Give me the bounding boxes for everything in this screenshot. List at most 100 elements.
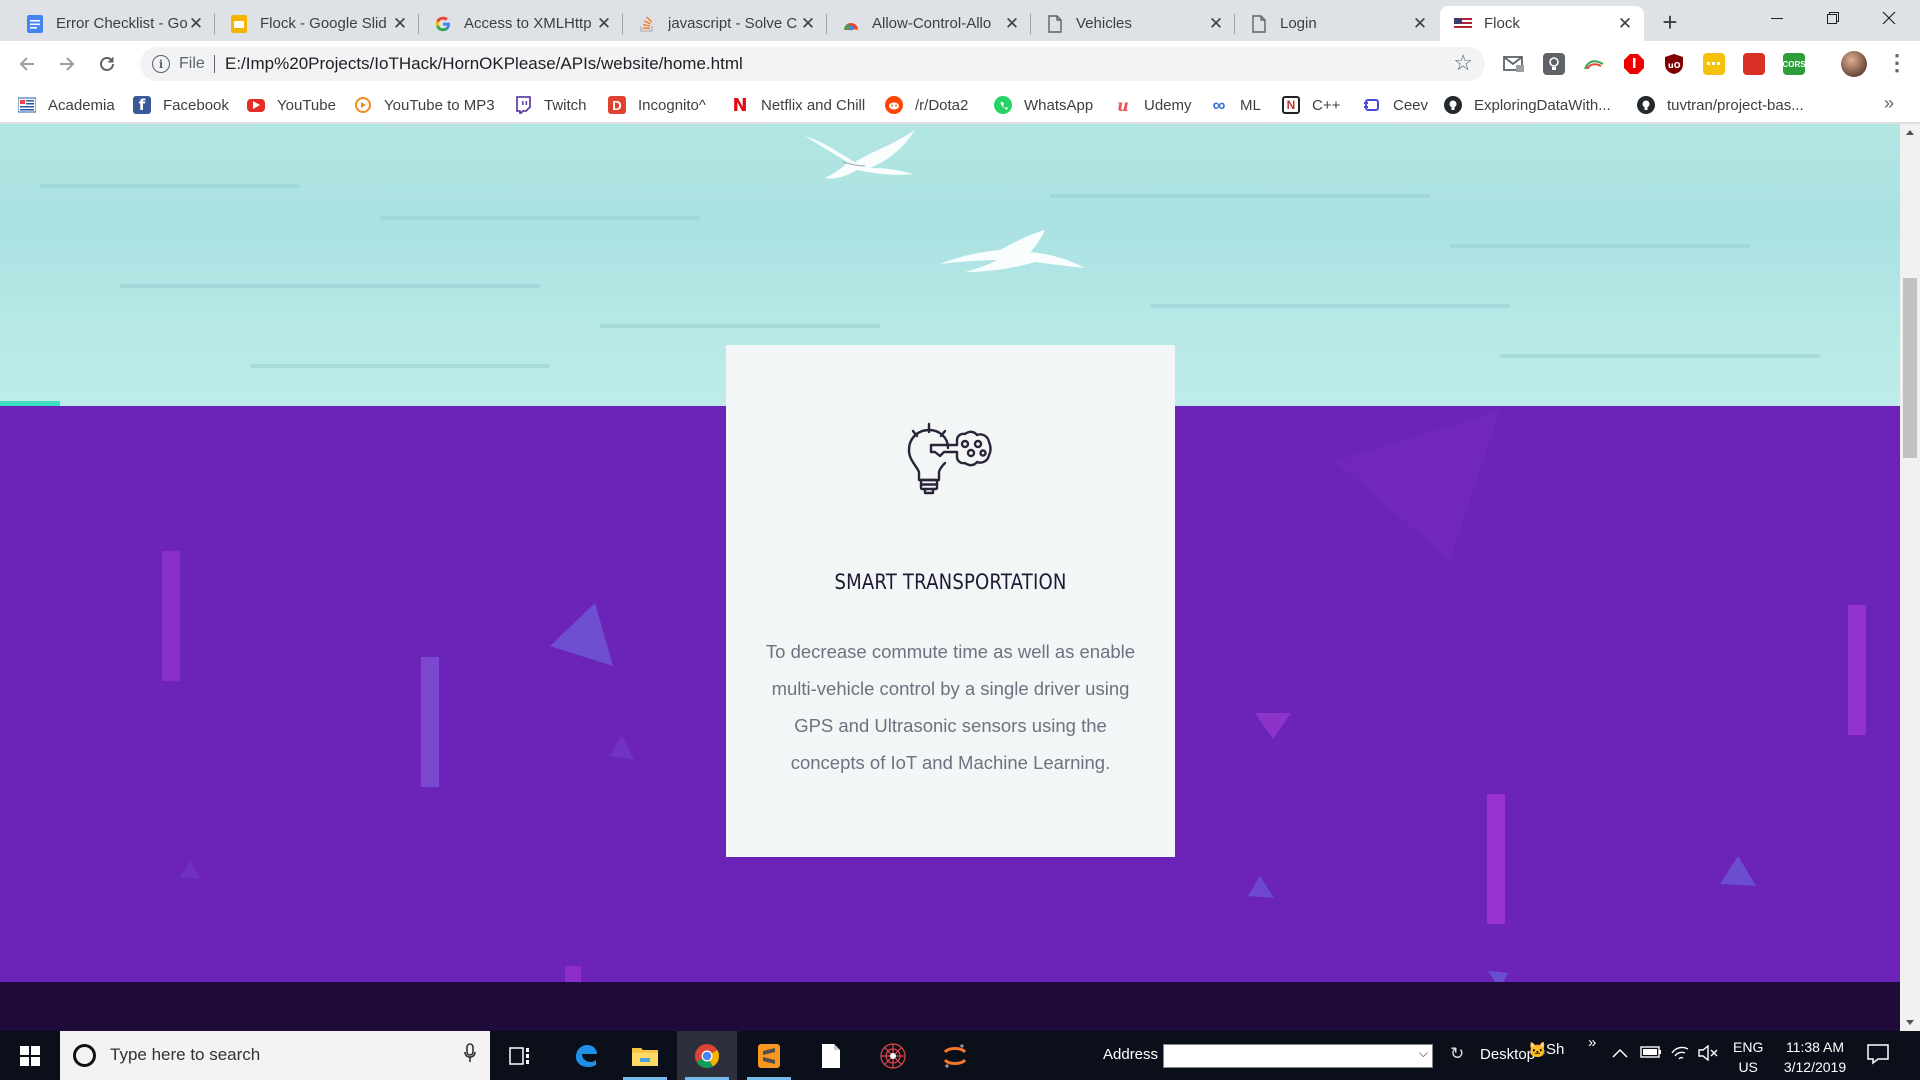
bookmark-reddit-dota2[interactable]: /r/Dota2: [885, 95, 968, 115]
gmail-checker-icon[interactable]: [1503, 53, 1525, 75]
tab-error-checklist[interactable]: Error Checklist - Go ✕: [12, 6, 215, 41]
cors-extension-icon[interactable]: CORS: [1782, 53, 1806, 75]
notepad-button[interactable]: [801, 1031, 861, 1080]
bookmark-youtube[interactable]: YouTube: [247, 95, 336, 115]
desktop-toolbar-label[interactable]: Desktop: [1480, 1046, 1535, 1063]
bookmark-incognito[interactable]: D Incognito^: [608, 95, 706, 115]
tab-allow-control[interactable]: Allow-Control-Allo ✕: [828, 6, 1031, 41]
system-clock[interactable]: 11:38 AM 3/12/2019: [1776, 1037, 1854, 1077]
toolbar-overflow-button[interactable]: »: [1588, 1034, 1596, 1051]
wifi-icon[interactable]: [1670, 1045, 1690, 1066]
bookmark-tuvtran[interactable]: tuvtran/project-bas...: [1637, 95, 1804, 115]
feature-card: SMART TRANSPORTATION To decrease commute…: [726, 345, 1175, 857]
input-language-indicator[interactable]: ENG US: [1733, 1037, 1763, 1077]
chrome-button[interactable]: [677, 1031, 737, 1080]
sticky-notes-icon[interactable]: [1703, 53, 1725, 75]
close-icon[interactable]: ✕: [391, 14, 409, 33]
tab-access-xmlhttp[interactable]: Access to XMLHttp ✕: [420, 6, 623, 41]
refresh-icon[interactable]: ↻: [1450, 1044, 1464, 1064]
jupyter-button[interactable]: [925, 1031, 985, 1080]
tab-flock-slides[interactable]: Flock - Google Slid ✕: [216, 6, 419, 41]
netflix-icon: N: [731, 94, 749, 116]
reload-button[interactable]: [92, 49, 122, 79]
url-text[interactable]: E:/Imp%20Projects/IoTHack/HornOKPlease/A…: [225, 54, 743, 74]
ublock-origin-icon[interactable]: uO: [1663, 53, 1685, 75]
bookmark-twitch[interactable]: Twitch: [514, 95, 587, 115]
mp3-icon: [354, 96, 372, 114]
decor-rect: [162, 551, 180, 681]
bookmark-netflix[interactable]: N Netflix and Chill: [731, 94, 865, 116]
lightbulb-key-icon: [907, 422, 992, 495]
reddit-icon: [885, 96, 903, 114]
sublime-text-button[interactable]: [739, 1031, 799, 1080]
close-window-button[interactable]: [1866, 0, 1912, 36]
close-icon[interactable]: ✕: [1003, 14, 1021, 33]
udemy-icon: u: [1114, 96, 1132, 115]
tab-vehicles[interactable]: Vehicles ✕: [1032, 6, 1235, 41]
bookmark-star-icon[interactable]: ☆: [1453, 50, 1473, 76]
bookmark-youtube-mp3[interactable]: YouTube to MP3: [354, 95, 495, 115]
task-view-button[interactable]: [490, 1031, 550, 1080]
tab-javascript-so[interactable]: javascript - Solve C ✕: [624, 6, 827, 41]
close-icon[interactable]: ✕: [799, 14, 817, 33]
close-icon[interactable]: ✕: [1207, 14, 1225, 33]
bookmark-facebook[interactable]: f Facebook: [133, 95, 229, 115]
menu-dots-icon[interactable]: ⋮: [1886, 50, 1908, 76]
bookmarks-overflow-button[interactable]: »: [1884, 93, 1894, 114]
back-button[interactable]: [12, 49, 42, 79]
start-button[interactable]: [0, 1031, 60, 1080]
restore-button[interactable]: [1810, 0, 1856, 36]
bookmark-label: /r/Dota2: [915, 96, 969, 114]
red-book-extension-icon[interactable]: [1743, 53, 1765, 75]
close-icon[interactable]: ✕: [187, 14, 205, 33]
page-scrollbar[interactable]: [1900, 124, 1920, 1031]
restore-icon: [1827, 12, 1839, 24]
github-icon: [1637, 96, 1655, 114]
volume-muted-icon[interactable]: [1698, 1044, 1718, 1066]
bookmark-exploring-data[interactable]: ExploringDataWith...: [1444, 95, 1611, 115]
decor-triangle: [1720, 856, 1756, 886]
bookmark-cpp[interactable]: N C++: [1282, 95, 1340, 115]
tab-flock-active[interactable]: Flock ✕: [1440, 6, 1644, 41]
tab-login[interactable]: Login ✕: [1236, 6, 1439, 41]
google-docs-icon: [26, 14, 44, 33]
decor-rect: [421, 657, 439, 787]
bookmark-academia[interactable]: Academia: [18, 95, 115, 115]
info-icon[interactable]: i: [152, 55, 170, 73]
file-explorer-button[interactable]: [615, 1031, 675, 1080]
battery-icon[interactable]: [1640, 1045, 1662, 1063]
profile-avatar[interactable]: [1841, 51, 1867, 77]
bookmark-ceev[interactable]: Ceev: [1363, 95, 1428, 115]
dark-footer-band: [0, 982, 1900, 1031]
taskbar-search-box[interactable]: Type here to search: [60, 1031, 490, 1080]
bookmark-whatsapp[interactable]: WhatsApp: [994, 95, 1093, 115]
microphone-icon[interactable]: [464, 1043, 476, 1068]
address-bar[interactable]: i File E:/Imp%20Projects/IoTHack/HornOKP…: [140, 47, 1485, 81]
new-tab-button[interactable]: +: [1656, 7, 1684, 37]
chevron-up-icon[interactable]: [1612, 1045, 1628, 1063]
bookmark-udemy[interactable]: u Udemy: [1114, 95, 1192, 115]
scrollbar-thumb[interactable]: [1903, 278, 1917, 458]
bookmark-label: Incognito^: [638, 96, 706, 114]
forward-button[interactable]: [52, 49, 82, 79]
close-icon[interactable]: ✕: [1411, 14, 1429, 33]
url-scheme: File: [179, 55, 205, 72]
bookmark-label: Udemy: [1144, 96, 1192, 114]
toolbar-sh-label[interactable]: Sh: [1546, 1041, 1564, 1058]
scroll-down-arrow-icon[interactable]: [1906, 1020, 1914, 1025]
action-center-icon[interactable]: [1866, 1043, 1890, 1065]
bookmark-ml[interactable]: ∞ ML: [1210, 95, 1261, 115]
chevron-down-icon[interactable]: ⌵: [1419, 1046, 1428, 1061]
spider-app-button[interactable]: [863, 1031, 923, 1080]
edge-button[interactable]: [555, 1031, 615, 1080]
address-toolbar-input[interactable]: ⌵: [1163, 1044, 1433, 1068]
rainbow-extension-icon[interactable]: [1583, 53, 1605, 75]
close-icon[interactable]: ✕: [595, 14, 613, 33]
google-g-icon: [434, 15, 452, 33]
close-icon[interactable]: ✕: [1616, 14, 1634, 33]
adblock-icon[interactable]: [1623, 53, 1645, 75]
lightbulb-extension-icon[interactable]: [1543, 53, 1565, 75]
scroll-up-arrow-icon[interactable]: [1906, 130, 1914, 135]
user-toolbar-icon[interactable]: 🐱: [1528, 1041, 1547, 1059]
minimize-button[interactable]: [1754, 0, 1800, 36]
